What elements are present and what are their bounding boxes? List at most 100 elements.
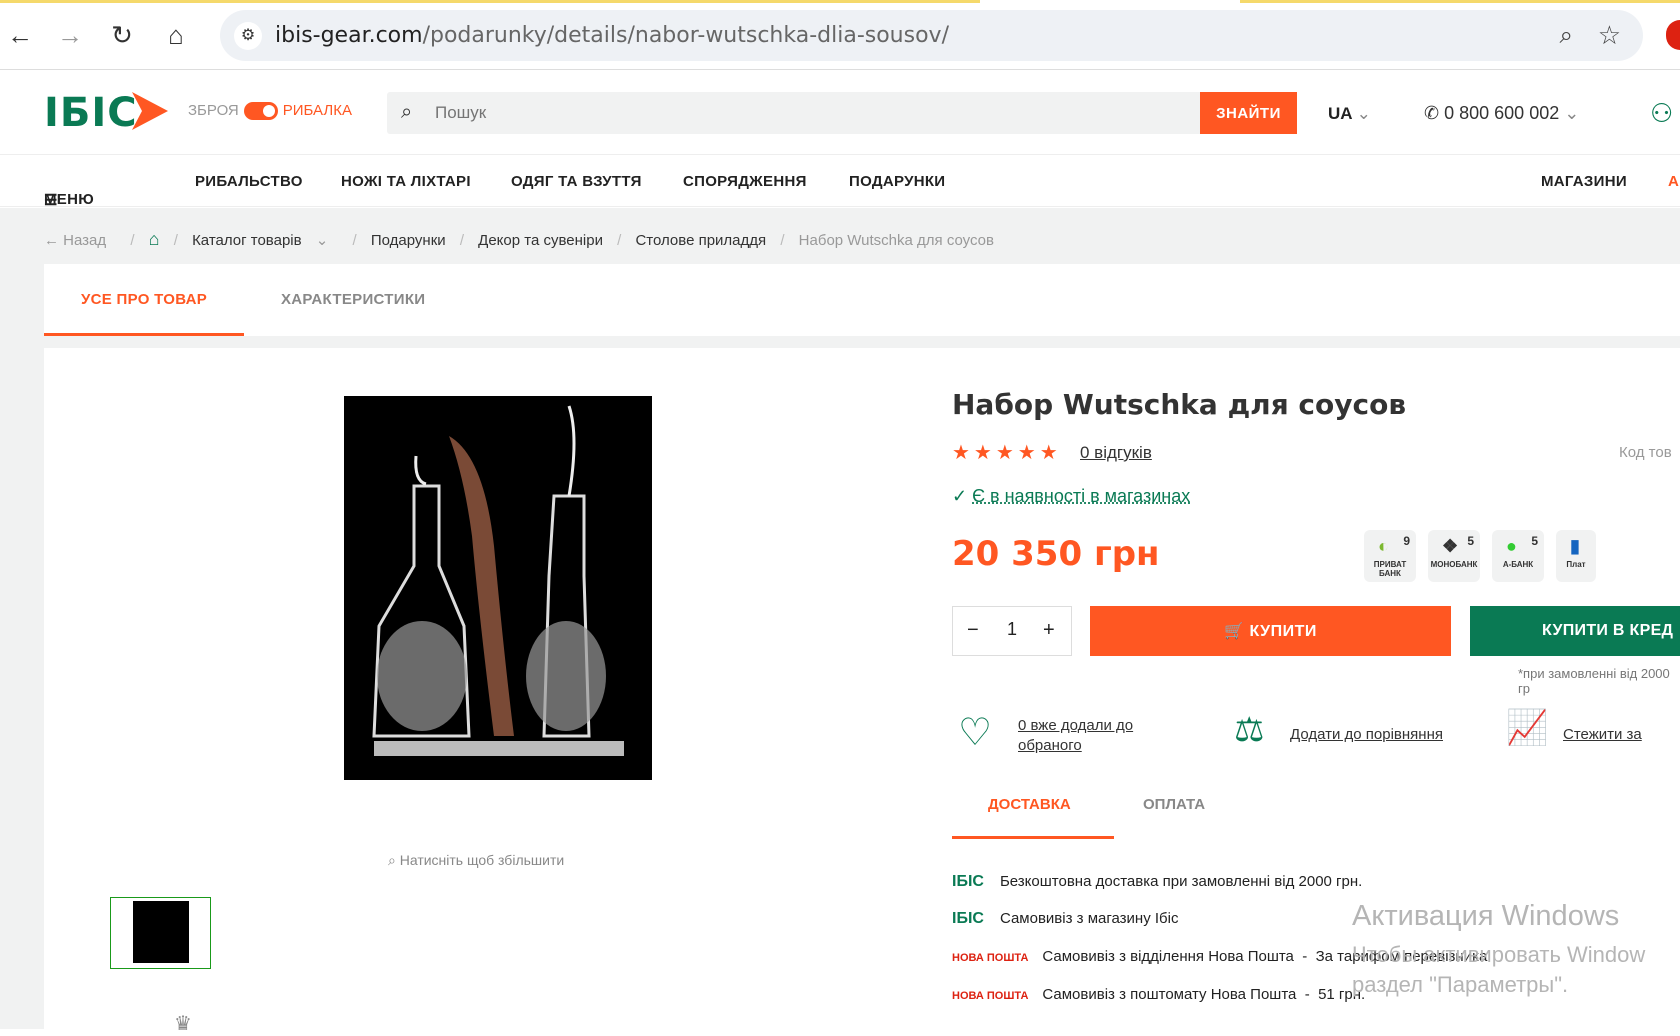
product-image[interactable] xyxy=(344,396,652,780)
search-bar: ⌕ ЗНАЙТИ xyxy=(387,92,1297,134)
minus-button[interactable]: − xyxy=(967,619,979,642)
menu-toggle-label: МЕНЮ xyxy=(44,191,95,208)
delivery-text: Самовивіз з відділення Нова Пошта xyxy=(1042,948,1294,965)
delivery-tab-indicator xyxy=(952,836,1114,839)
buy-button[interactable]: 🛒 КУПИТИ xyxy=(1090,606,1451,656)
site-logo[interactable]: IБIС xyxy=(44,90,138,136)
stock-label: Є в наявності в магазинах xyxy=(972,486,1191,506)
loading-bar-2 xyxy=(1240,0,1680,3)
active-tab-indicator xyxy=(44,333,244,336)
reviews-link[interactable]: 0 відгуків xyxy=(1080,443,1152,463)
bank-label: МОНОБАНК xyxy=(1430,560,1478,569)
product-title: Набор Wutschka для соусов xyxy=(952,388,1407,421)
breadcrumb-item[interactable]: Подарунки xyxy=(371,232,446,249)
chevron-down-icon: ⌄ xyxy=(1356,104,1371,123)
plus-button[interactable]: + xyxy=(1043,619,1055,642)
bookmark-star-icon[interactable]: ☆ xyxy=(1598,20,1621,51)
quantity-value[interactable]: 1 xyxy=(1007,619,1017,640)
back-arrow-icon[interactable]: ← xyxy=(4,22,36,48)
heart-icon[interactable]: ♡ xyxy=(958,710,992,755)
breadcrumb-catalog[interactable]: Каталог товарів ⌄ xyxy=(192,232,338,249)
tab-delivery[interactable]: ДОСТАВКА xyxy=(988,796,1071,813)
scales-icon[interactable]: ⚖ xyxy=(1234,710,1264,750)
stock-status[interactable]: ✓ Є в наявності в магазинах xyxy=(952,486,1190,507)
delivery-row: IБIС Безкоштовна доставка при замовленні … xyxy=(952,873,1362,891)
breadcrumb-item[interactable]: Декор та сувеніри xyxy=(478,232,603,249)
forward-arrow-icon[interactable]: → xyxy=(54,22,86,48)
brand-crest-icon: ♛ xyxy=(174,1013,192,1035)
bank-label: ПРИВАТ БАНК xyxy=(1373,560,1407,578)
menu-item-cut[interactable]: А xyxy=(1668,173,1679,190)
delivery-text: Безкоштовна доставка при замовленні від … xyxy=(999,873,1363,890)
chart-icon[interactable]: 📈 xyxy=(1506,708,1548,748)
menu-item-knives[interactable]: НОЖІ ТА ЛІХТАРІ xyxy=(341,173,471,190)
bank-abank[interactable]: ● 5 А-БАНК xyxy=(1492,530,1544,582)
zoom-icon[interactable]: ⌕ xyxy=(1560,22,1573,50)
breadcrumb-catalog-label: Каталог товарів xyxy=(192,232,302,249)
delivery-text: Самовивіз з магазину Ібіс xyxy=(999,910,1179,927)
phone-icon: ✆ xyxy=(1424,103,1440,123)
chevron-down-icon: ⌄ xyxy=(1564,103,1580,123)
bank-mono[interactable]: ❖ 5 МОНОБАНК xyxy=(1428,530,1480,582)
breadcrumb-item[interactable]: Столове приладдя xyxy=(635,232,766,249)
buy-label: КУПИТИ xyxy=(1249,623,1317,640)
ibis-logo: IБIС xyxy=(952,873,984,890)
apple-icon: ● xyxy=(1506,536,1517,556)
tab-specs[interactable]: ХАРАКТЕРИСТИКИ xyxy=(281,291,425,308)
search-icon: ⌕ xyxy=(388,852,396,868)
bank-other[interactable]: ▮ Плат xyxy=(1556,530,1596,582)
thumbnail-image xyxy=(132,901,189,963)
browser-toolbar: ← → ↻ ⌂ ⚙ ibis-gear.com/podarunky/detail… xyxy=(0,0,1680,70)
search-button[interactable]: ЗНАЙТИ xyxy=(1200,92,1297,134)
phone-number: 0 800 600 002 xyxy=(1444,103,1560,123)
menu-item-gear[interactable]: СПОРЯДЖЕННЯ xyxy=(683,173,807,190)
reload-icon[interactable]: ↻ xyxy=(106,22,138,48)
rating-stars: ★★★★★ xyxy=(952,442,1062,464)
tab-about[interactable]: УСЕ ПРО ТОВАР xyxy=(81,291,207,308)
phone-selector[interactable]: ✆ 0 800 600 002 ⌄ xyxy=(1424,103,1579,124)
extension-icon[interactable] xyxy=(1666,20,1680,50)
breadcrumb-separator: / xyxy=(173,232,178,249)
home-icon[interactable]: ⌂ xyxy=(149,229,160,249)
product-code: Код тов xyxy=(1619,444,1672,461)
bank-count: 5 xyxy=(1531,534,1538,548)
address-bar[interactable]: ⚙ ibis-gear.com/podarunky/details/nabor-… xyxy=(220,10,1643,61)
menu-item-stores[interactable]: МАГАЗИНИ xyxy=(1541,173,1627,190)
breadcrumb-back-label: Назад xyxy=(63,232,107,249)
user-icon[interactable]: ⚇ xyxy=(1650,98,1673,129)
category-switch[interactable]: ЗБРОЯ РИБАЛКА xyxy=(188,102,352,121)
quantity-stepper: − 1 + xyxy=(952,606,1072,656)
delivery-row: НОВА ПОШТА Самовивіз з поштомату Нова Пош… xyxy=(952,986,1366,1003)
search-input[interactable] xyxy=(435,92,1135,134)
toggle-switch[interactable] xyxy=(243,102,278,121)
menu-item-fishing[interactable]: РИБАЛЬСТВО xyxy=(195,173,303,190)
windows-watermark: Активация Windows xyxy=(1352,900,1620,932)
menu-item-clothes[interactable]: ОДЯГ ТА ВЗУТТЯ xyxy=(511,173,642,190)
breadcrumb-back[interactable]: ← Назад xyxy=(44,232,116,249)
main-menu: ☰ МЕНЮ РИБАЛЬСТВО НОЖІ ТА ЛІХТАРІ ОДЯГ Т… xyxy=(0,155,1680,209)
zoom-hint[interactable]: ⌕ Натисніть щоб збільшити xyxy=(388,852,564,869)
compare-link[interactable]: Додати до порівняння xyxy=(1290,726,1443,743)
nova-poshta-logo: НОВА ПОШТА xyxy=(952,990,1029,1002)
tab-payment[interactable]: ОПЛАТА xyxy=(1143,796,1205,813)
watermark-line: Чтобы активировать Window xyxy=(1352,942,1646,967)
language-label: UA xyxy=(1328,104,1352,123)
menu-item-gifts[interactable]: ПОДАРУНКИ xyxy=(849,173,945,190)
site-settings-icon[interactable]: ⚙ xyxy=(234,22,262,50)
breadcrumb: ← Назад / ⌂ / Каталог товарів ⌄ / Подару… xyxy=(44,229,1004,250)
language-selector[interactable]: UA ⌄ xyxy=(1328,104,1371,124)
url-text[interactable]: ibis-gear.com/podarunky/details/nabor-wu… xyxy=(275,23,949,48)
thumbnail[interactable] xyxy=(110,897,211,969)
watermark-line: раздел "Параметры". xyxy=(1352,972,1569,997)
breadcrumb-separator: / xyxy=(617,232,622,249)
breadcrumb-separator: / xyxy=(130,232,135,249)
switch-label-fishing: РИБАЛКА xyxy=(282,102,352,119)
breadcrumb-separator: / xyxy=(459,232,464,249)
favorite-link[interactable]: 0 вже додали до обраного xyxy=(1018,716,1158,756)
bank-privat[interactable]: ◐ 9 ПРИВАТ БАНК xyxy=(1364,530,1416,582)
home-icon[interactable]: ⌂ xyxy=(160,22,192,48)
track-link[interactable]: Стежити за xyxy=(1563,726,1642,743)
buy-credit-button[interactable]: КУПИТИ В КРЕД xyxy=(1470,606,1680,656)
bank-count: 5 xyxy=(1467,534,1474,548)
zoom-hint-label: Натисніть щоб збільшити xyxy=(399,852,565,868)
